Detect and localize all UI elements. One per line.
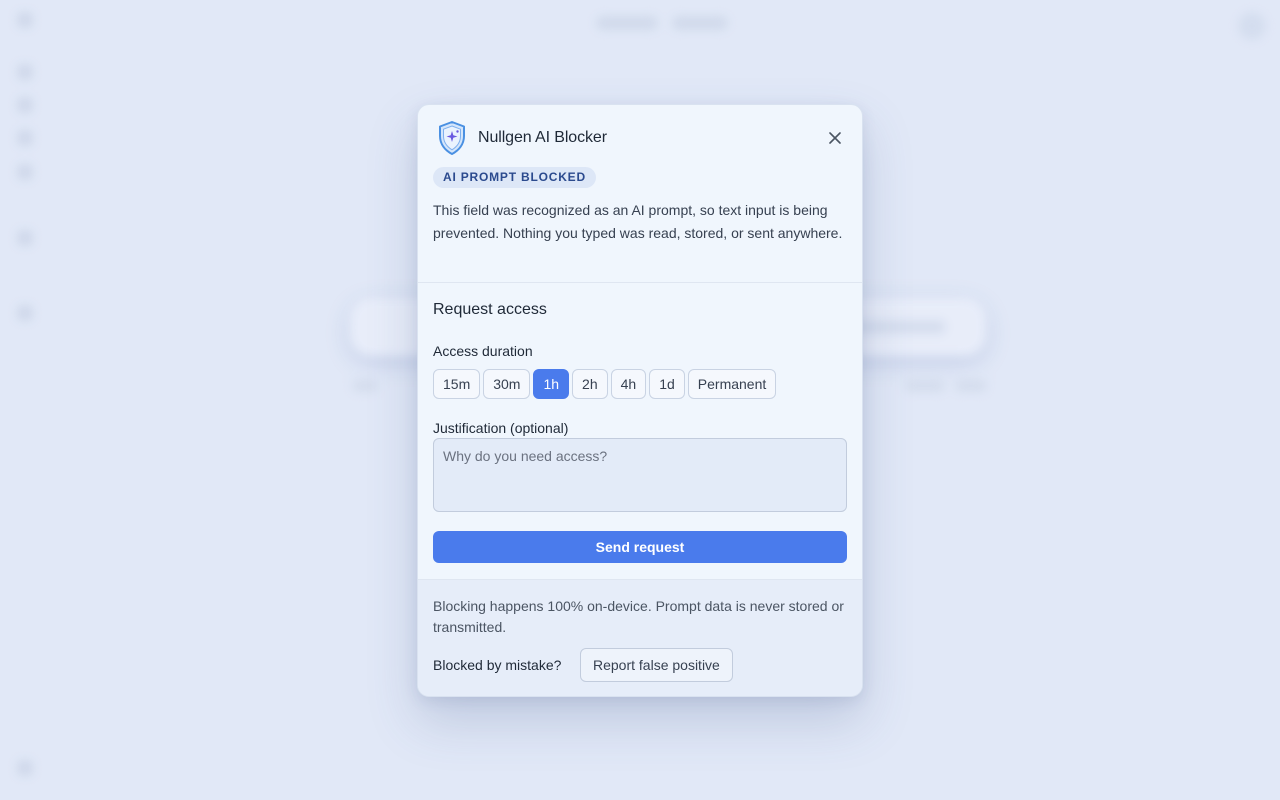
dialog-header-section: Nullgen AI Blocker AI PROMPT BLOCKED Thi… (418, 105, 862, 283)
block-description: This field was recognized as an AI promp… (433, 202, 843, 241)
duration-options: 15m 30m 1h 2h 4h 1d Permanent (433, 369, 777, 399)
background-sidebar-icon (17, 130, 33, 146)
duration-option-30m[interactable]: 30m (483, 369, 531, 399)
background-sidebar-icon (17, 97, 33, 113)
background-sidebar-icon (17, 64, 33, 80)
dialog-footer-section: Blocking happens 100% on-device. Prompt … (418, 580, 862, 696)
duration-option-1h[interactable]: 1h (533, 369, 570, 399)
duration-option-15m[interactable]: 15m (433, 369, 481, 399)
background-sidebar-icon (17, 164, 33, 180)
background-sidebar-icon (17, 305, 33, 321)
duration-option-2h[interactable]: 2h (572, 369, 608, 399)
privacy-notice: Blocking happens 100% on-device. Prompt … (433, 598, 844, 635)
duration-option-permanent[interactable]: Permanent (687, 369, 777, 399)
background-sidebar (0, 0, 52, 800)
app-title: Nullgen AI Blocker (478, 129, 607, 146)
request-access-title: Request access (433, 301, 547, 318)
justification-input[interactable] (433, 438, 847, 512)
duration-option-1d[interactable]: 1d (649, 369, 685, 399)
close-button[interactable] (824, 127, 846, 149)
blocked-by-mistake-label: Blocked by mistake? (433, 657, 562, 673)
request-access-section: Request access Access duration 15m 30m 1… (418, 282, 862, 580)
background-avatar (1238, 12, 1266, 40)
send-request-button[interactable]: Send request (433, 531, 847, 563)
blocker-dialog: Nullgen AI Blocker AI PROMPT BLOCKED Thi… (417, 104, 863, 697)
background-sidebar-icon (17, 12, 33, 28)
justification-label: Justification (optional) (433, 420, 569, 436)
background-sidebar-icon (17, 760, 33, 776)
status-badge: AI PROMPT BLOCKED (433, 167, 596, 188)
duration-option-4h[interactable]: 4h (610, 369, 647, 399)
report-false-positive-button[interactable]: Report false positive (580, 648, 733, 682)
close-icon (829, 132, 841, 144)
background-sidebar-icon (17, 230, 33, 246)
access-duration-label: Access duration (433, 343, 533, 359)
background-header (596, 16, 728, 34)
shield-sparkle-icon (439, 121, 465, 155)
